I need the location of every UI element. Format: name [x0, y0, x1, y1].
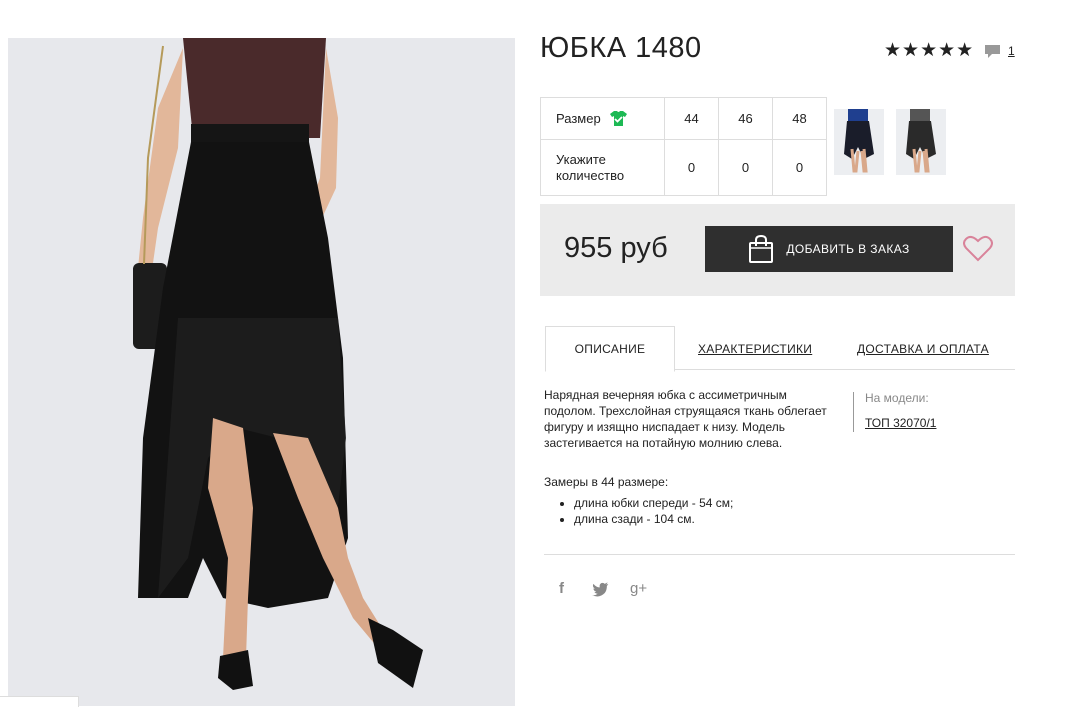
tab-description[interactable]: ОПИСАНИЕ: [545, 326, 675, 372]
measurement-item: длина сзади - 104 см.: [574, 511, 733, 527]
measurements-title: Замеры в 44 размере:: [544, 475, 669, 489]
quantity-input-44[interactable]: 0: [664, 139, 719, 196]
size-table: Размер 44 46 48 Укажите количество 0 0 0: [540, 97, 827, 196]
quantity-input-46[interactable]: 0: [718, 139, 773, 196]
model-wears-label: На модели:: [865, 391, 929, 405]
thumbnail-image-1[interactable]: [834, 109, 884, 175]
model-product-link[interactable]: ТОП 32070/1: [865, 416, 936, 430]
product-title: ЮБКА 1480: [540, 32, 702, 64]
size-label: Размер: [556, 111, 601, 126]
twitter-icon[interactable]: [592, 582, 609, 597]
product-photo[interactable]: [8, 38, 515, 706]
add-to-order-label: ДОБАВИТЬ В ЗАКАЗ: [786, 242, 910, 256]
shopping-bag-icon: [749, 234, 774, 263]
measurements-list: длина юбки спереди - 54 см; длина сзади …: [558, 495, 733, 527]
model-info-divider: [853, 392, 854, 432]
favorite-heart-icon[interactable]: [963, 234, 993, 262]
photo-corner-tab: [0, 696, 79, 707]
quantity-label: Укажите количество: [540, 139, 665, 196]
product-description: Нарядная вечерняя юбка с ассиметричным п…: [544, 388, 827, 450]
tab-delivery-payment[interactable]: ДОСТАВКА И ОПЛАТА: [857, 342, 989, 356]
thumbnail-image-2[interactable]: [896, 109, 946, 175]
google-plus-icon[interactable]: g+: [630, 580, 647, 597]
size-48: 48: [772, 97, 827, 140]
quantity-input-48[interactable]: 0: [772, 139, 827, 196]
size-44: 44: [664, 97, 719, 140]
add-to-order-button[interactable]: ДОБАВИТЬ В ЗАКАЗ: [705, 226, 953, 272]
comment-icon[interactable]: [984, 44, 1001, 59]
content-divider: [544, 554, 1015, 555]
product-price: 955 руб: [564, 232, 668, 264]
size-label-cell: Размер: [540, 97, 665, 140]
review-count-link[interactable]: 1: [1008, 44, 1015, 58]
size-46: 46: [718, 97, 773, 140]
rating-stars[interactable]: ★★★★★: [884, 39, 974, 62]
facebook-icon[interactable]: f: [559, 580, 564, 597]
tab-specifications[interactable]: ХАРАКТЕРИСТИКИ: [698, 342, 812, 356]
size-chart-icon[interactable]: [609, 110, 628, 127]
measurement-item: длина юбки спереди - 54 см;: [574, 495, 733, 511]
